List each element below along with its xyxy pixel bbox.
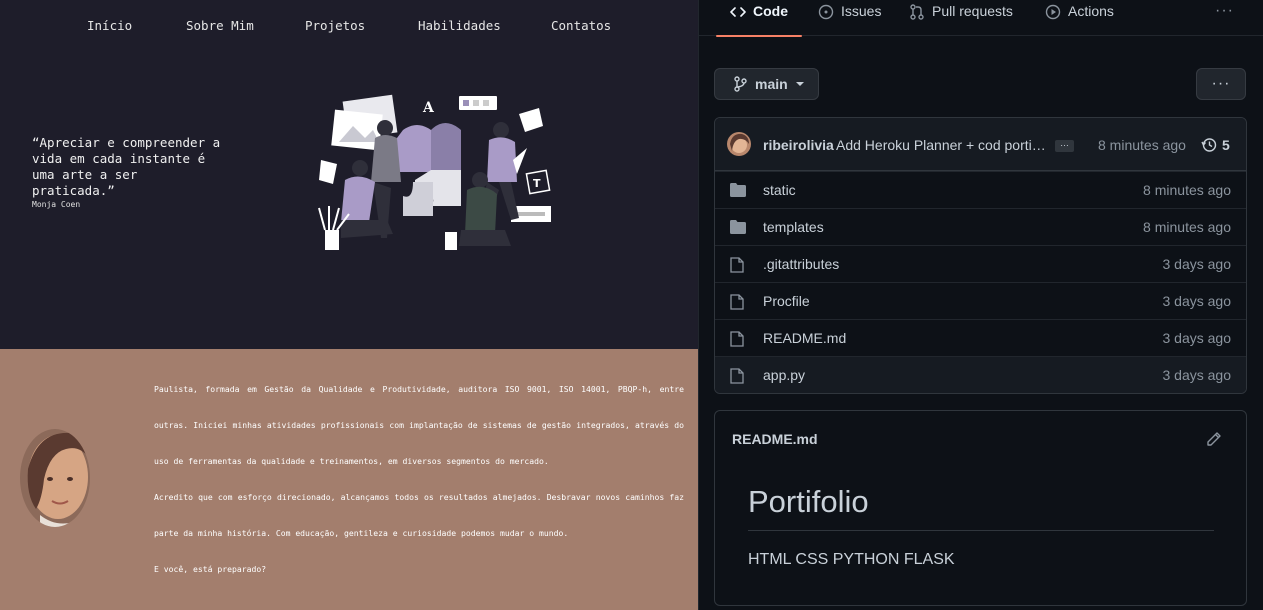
- folder-icon: [730, 220, 746, 234]
- code-menu-button[interactable]: ···: [1196, 68, 1246, 100]
- tab-pull-requests[interactable]: Pull requests: [909, 0, 1013, 36]
- file-name[interactable]: Procfile: [763, 293, 810, 309]
- branch-selector-button[interactable]: main: [714, 68, 819, 100]
- about-paragraph: Paulista, formada em Gestão da Qualidade…: [154, 384, 684, 466]
- commit-expand-button[interactable]: …: [1055, 139, 1074, 152]
- file-icon: [730, 331, 744, 347]
- file-time[interactable]: 8 minutes ago: [1143, 219, 1231, 235]
- file-time[interactable]: 3 days ago: [1163, 367, 1232, 383]
- quote-author: Monja Coen: [32, 200, 81, 209]
- file-row[interactable]: Procfile 3 days ago: [715, 282, 1246, 319]
- repo-tabs: Code Issues Pull requests Actions ···: [699, 0, 1263, 37]
- file-list: ribeirolivia Add Heroku Planner + cod po…: [714, 117, 1247, 394]
- about-paragraph: Acredito que com esforço direcionado, al…: [154, 492, 684, 538]
- file-name[interactable]: README.md: [763, 330, 846, 346]
- readme-heading: Portifolio: [748, 484, 1214, 531]
- nav-contatos[interactable]: Contatos: [551, 18, 611, 33]
- file-name[interactable]: templates: [763, 219, 824, 235]
- branch-name: main: [755, 76, 788, 92]
- pencil-icon[interactable]: [1206, 431, 1222, 447]
- caret-down-icon: [795, 82, 804, 86]
- commit-time[interactable]: 8 minutes ago: [1098, 137, 1186, 153]
- about-paragraph: E você, está preparado?: [154, 564, 267, 574]
- portfolio-page: Início Sobre Mim Projetos Habilidades Co…: [0, 0, 698, 610]
- readme-panel: README.md Portifolio HTML CSS PYTHON FLA…: [714, 410, 1247, 606]
- more-tabs-button[interactable]: ···: [1215, 2, 1234, 20]
- file-time[interactable]: 8 minutes ago: [1143, 182, 1231, 198]
- readme-title[interactable]: README.md: [732, 431, 818, 447]
- history-icon[interactable]: [1201, 137, 1217, 153]
- file-row[interactable]: templates 8 minutes ago: [715, 208, 1246, 245]
- portfolio-nav: Início Sobre Mim Projetos Habilidades Co…: [0, 18, 698, 36]
- file-name[interactable]: static: [763, 182, 796, 198]
- hero-quote: “Apreciar e compreender a vida em cada i…: [32, 135, 221, 198]
- nav-projetos[interactable]: Projetos: [305, 18, 365, 33]
- about-text: Paulista, formada em Gestão da Qualidade…: [154, 371, 684, 587]
- latest-commit-row: ribeirolivia Add Heroku Planner + cod po…: [715, 118, 1246, 171]
- file-time[interactable]: 3 days ago: [1163, 330, 1232, 346]
- file-name[interactable]: .gitattributes: [763, 256, 839, 272]
- play-icon: [1045, 4, 1061, 20]
- svg-text:A: A: [422, 100, 435, 116]
- github-repo-page: Code Issues Pull requests Actions ··· ma…: [698, 0, 1263, 610]
- hero-section: Início Sobre Mim Projetos Habilidades Co…: [0, 0, 698, 349]
- profile-photo: [20, 429, 90, 527]
- about-section: Paulista, formada em Gestão da Qualidade…: [0, 349, 698, 610]
- file-icon: [730, 294, 744, 310]
- file-time[interactable]: 3 days ago: [1163, 256, 1232, 272]
- tab-issues-label: Issues: [841, 3, 882, 19]
- avatar[interactable]: [727, 132, 751, 156]
- tab-actions[interactable]: Actions: [1045, 0, 1114, 36]
- commit-message[interactable]: Add Heroku Planner + cod portifolio: [836, 137, 1046, 153]
- nav-habilidades[interactable]: Habilidades: [418, 18, 501, 33]
- tab-code[interactable]: Code: [716, 0, 802, 37]
- commit-author[interactable]: ribeirolivia: [763, 137, 834, 153]
- nav-inicio[interactable]: Início: [87, 18, 132, 33]
- file-row[interactable]: .gitattributes 3 days ago: [715, 245, 1246, 282]
- tab-code-label: Code: [753, 3, 788, 19]
- folder-icon: [730, 183, 746, 197]
- file-row[interactable]: app.py 3 days ago: [715, 356, 1246, 393]
- commit-count[interactable]: 5: [1222, 137, 1230, 153]
- tab-issues[interactable]: Issues: [818, 0, 881, 36]
- svg-text:T: T: [533, 177, 541, 190]
- file-icon: [730, 368, 744, 384]
- issue-icon: [818, 4, 834, 20]
- file-row[interactable]: README.md 3 days ago: [715, 319, 1246, 356]
- file-icon: [730, 257, 744, 273]
- file-time[interactable]: 3 days ago: [1163, 293, 1232, 309]
- branch-icon: [734, 76, 747, 92]
- file-name[interactable]: app.py: [763, 367, 805, 383]
- tab-actions-label: Actions: [1068, 3, 1114, 19]
- code-icon: [730, 7, 746, 17]
- file-row[interactable]: static 8 minutes ago: [715, 171, 1246, 208]
- teamwork-puzzle-illustration: A T: [318, 94, 551, 250]
- nav-sobre-mim[interactable]: Sobre Mim: [186, 18, 254, 33]
- pull-request-icon: [910, 4, 924, 20]
- tab-pull-requests-label: Pull requests: [932, 3, 1013, 19]
- readme-body: HTML CSS PYTHON FLASK: [748, 551, 955, 568]
